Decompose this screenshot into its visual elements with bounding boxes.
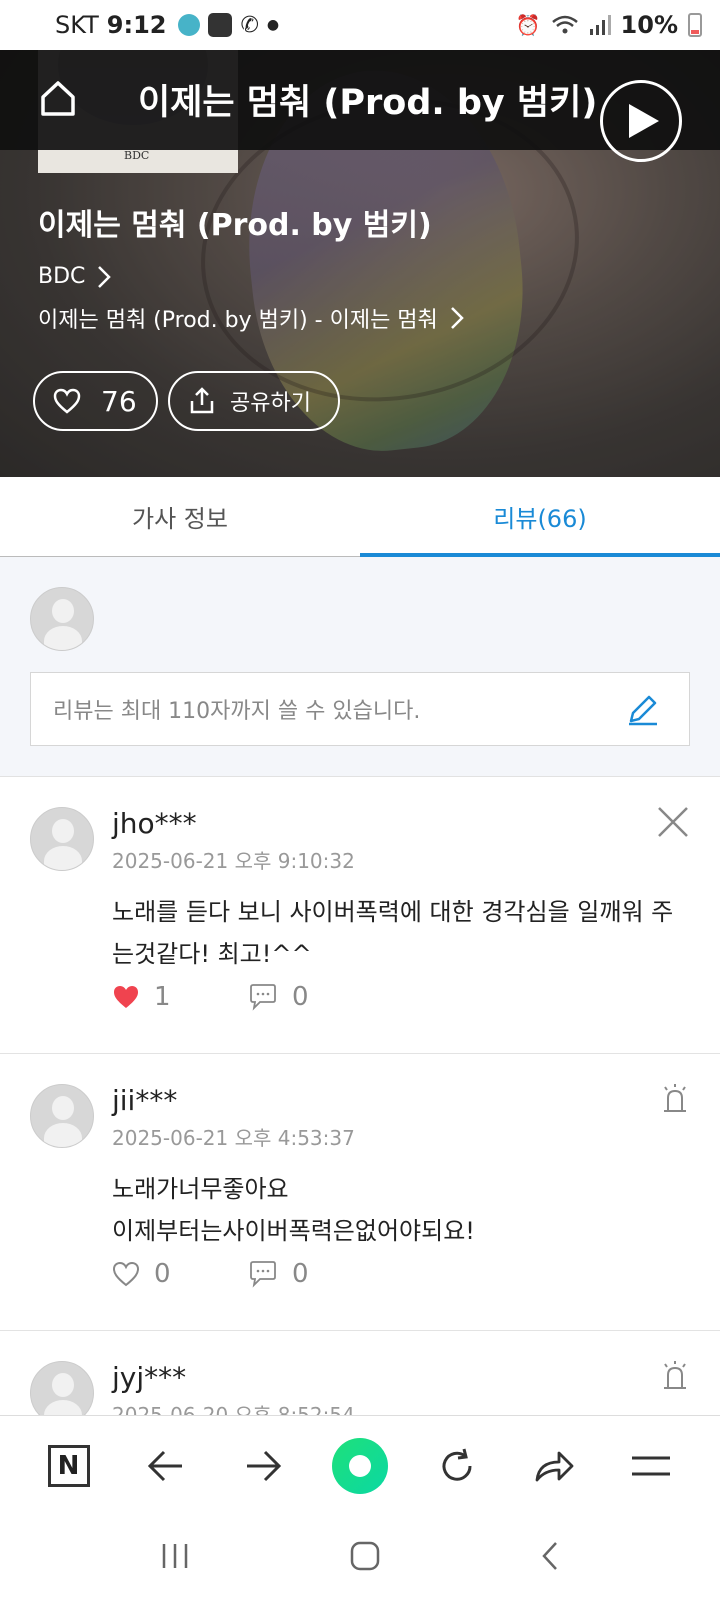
song-title: 이제는 멈춰 (Prod. by 범키): [38, 208, 432, 243]
artist-name: BDC: [38, 264, 86, 289]
recent-apps-button[interactable]: [160, 1542, 190, 1574]
comment-icon: [250, 984, 276, 1011]
home-button[interactable]: [38, 78, 78, 118]
back-chevron-icon: [542, 1541, 557, 1570]
review-item: jyj*** 2025-06-20 오후 8:52:54: [0, 1331, 720, 1415]
share-label: 공유하기: [230, 391, 311, 416]
review-like-count: 1: [154, 982, 171, 1012]
back-button[interactable]: [136, 1436, 196, 1496]
review-actions: 1 0: [112, 982, 384, 1012]
review-like-button[interactable]: 1: [112, 982, 248, 1012]
naver-home-button[interactable]: N: [39, 1436, 99, 1496]
avatar: [30, 1084, 94, 1148]
report-siren-icon: [664, 1361, 686, 1389]
chevron-right-icon: [98, 265, 112, 288]
tab-lyrics-info[interactable]: 가사 정보: [0, 477, 360, 556]
arrow-left-icon: [147, 1450, 182, 1481]
avatar: [30, 1361, 94, 1415]
status-bar: SKT 9:12 ✆ ● ⏰ 10%: [0, 0, 720, 50]
avatar: [30, 807, 94, 871]
refresh-button[interactable]: [427, 1436, 487, 1496]
header-title: 이제는 멈춰 (Prod. by 범키): [138, 83, 598, 123]
review-like-button[interactable]: 0: [112, 1259, 248, 1289]
tab-reviews[interactable]: 리뷰(66): [360, 477, 720, 557]
review-like-count: 0: [154, 1259, 171, 1289]
forward-button[interactable]: [233, 1436, 293, 1496]
review-username: jyj***: [112, 1361, 187, 1394]
review-username: jii***: [112, 1084, 178, 1117]
review-username: jho***: [112, 807, 197, 840]
review-comment-button[interactable]: 0: [248, 982, 384, 1012]
share-page-button[interactable]: [524, 1436, 584, 1496]
heart-outline-icon: [53, 388, 81, 414]
notification-icons: ✆ ●: [178, 13, 279, 38]
heart-outline-icon: [112, 1261, 140, 1287]
share-icon: [190, 387, 214, 414]
system-icons: ⏰ 10%: [516, 11, 702, 39]
album-name: 이제는 멈춰 (Prod. by 범키) - 이제는 멈춰: [38, 308, 438, 333]
system-nav-bar: [0, 1515, 720, 1600]
review-comment-count: 0: [292, 1259, 309, 1289]
menu-button[interactable]: [621, 1436, 681, 1496]
clock: 9:12: [106, 11, 167, 39]
browser-toolbar: N: [0, 1415, 720, 1515]
report-siren-icon: [664, 1084, 686, 1112]
review-input-placeholder: 리뷰는 최대 110자까지 쓸 수 있습니다.: [53, 699, 421, 724]
wifi-icon: [551, 15, 578, 34]
review-item: jii*** 2025-06-21 오후 4:53:37 노래가너무좋아요 이제…: [0, 1054, 720, 1331]
review-actions: 0 0: [112, 1259, 384, 1289]
heart-filled-icon: [114, 986, 138, 1008]
like-count: 76: [101, 384, 137, 418]
missed-call-icon: ✆: [240, 12, 259, 38]
battery-icon: [688, 13, 702, 37]
review-item: jho*** 2025-06-21 오후 9:10:32 노래를 듣다 보니 사…: [0, 777, 720, 1054]
back-nav-button[interactable]: [540, 1541, 560, 1575]
home-square-icon: [350, 1541, 380, 1570]
review-comment-button[interactable]: 0: [248, 1259, 384, 1289]
close-icon: [658, 807, 688, 837]
home-icon: [41, 81, 75, 116]
play-icon: [629, 104, 659, 138]
alarm-icon: ⏰: [515, 13, 541, 37]
like-button[interactable]: 76: [33, 371, 158, 431]
green-dot-icon: [331, 1437, 388, 1494]
more-notifications-dot: ●: [266, 17, 280, 33]
refresh-icon: [442, 1448, 472, 1481]
review-text: 노래가너무좋아요 이제부터는사이버폭력은없어야되요!: [112, 1175, 475, 1245]
green-dot-button[interactable]: [330, 1436, 390, 1496]
artist-link[interactable]: BDC: [38, 264, 112, 289]
review-date: 2025-06-21 오후 9:10:32: [112, 849, 355, 873]
app-notification-icon: [208, 13, 233, 37]
review-compose-area: 리뷰는 최대 110자까지 쓸 수 있습니다.: [0, 557, 720, 777]
home-nav-button[interactable]: [350, 1541, 380, 1575]
album-link[interactable]: 이제는 멈춰 (Prod. by 범키) - 이제는 멈춰: [38, 302, 464, 334]
review-date: 2025-06-21 오후 4:53:37: [112, 1126, 355, 1150]
play-button[interactable]: [600, 80, 682, 162]
review-input[interactable]: 리뷰는 최대 110자까지 쓸 수 있습니다.: [30, 672, 690, 746]
share-arrow-icon: [535, 1451, 574, 1481]
review-comment-count: 0: [292, 982, 309, 1012]
menu-icon: [632, 1456, 671, 1475]
my-avatar: [30, 587, 94, 651]
arrow-right-icon: [246, 1450, 281, 1481]
delete-review-button[interactable]: [656, 805, 690, 843]
content-tabs: 가사 정보 리뷰(66): [0, 477, 720, 557]
album-thumb-label: BDC: [124, 149, 150, 162]
recent-apps-icon: [162, 1543, 188, 1568]
report-review-button[interactable]: [660, 1359, 690, 1395]
review-text: 노래를 듣다 보니 사이버폭력에 대한 경각심을 일깨워 주는것같다! 최고!^…: [112, 898, 674, 968]
review-date: 2025-06-20 오후 8:52:54: [112, 1403, 355, 1415]
signal-icon: [589, 15, 611, 35]
chevron-right-icon: [450, 307, 464, 329]
app-notification-icon: [178, 14, 201, 36]
report-review-button[interactable]: [660, 1082, 690, 1118]
pencil-icon[interactable]: [625, 691, 661, 727]
carrier-label: SKT: [55, 11, 99, 39]
share-button[interactable]: 공유하기: [168, 371, 340, 431]
comment-icon: [250, 1261, 276, 1288]
battery-percent: 10%: [620, 11, 678, 39]
naver-n-icon: N: [47, 1444, 90, 1487]
